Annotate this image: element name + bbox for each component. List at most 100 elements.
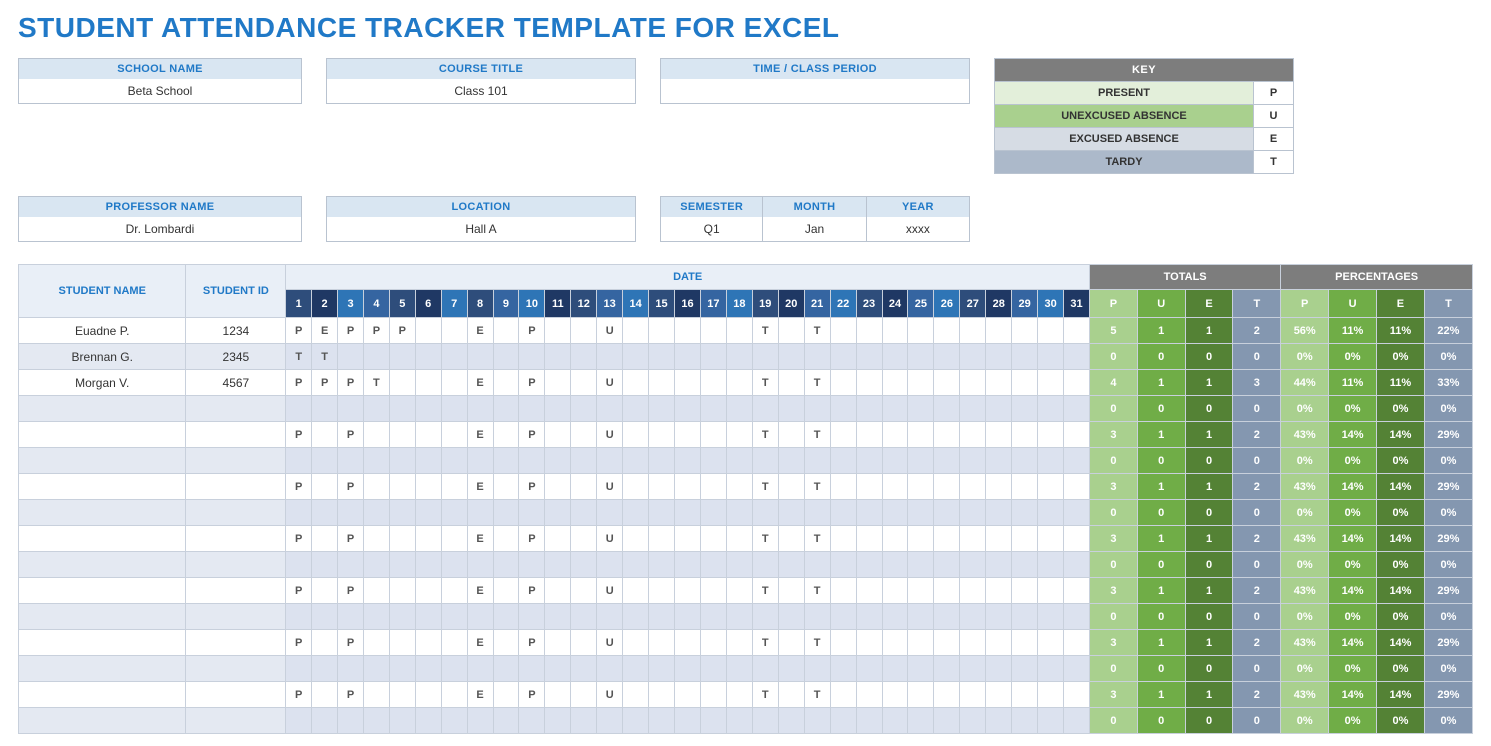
attendance-cell[interactable]: [545, 318, 571, 344]
attendance-cell[interactable]: [415, 604, 441, 630]
attendance-cell[interactable]: [1064, 578, 1090, 604]
attendance-cell[interactable]: U: [597, 526, 623, 552]
attendance-cell[interactable]: E: [467, 630, 493, 656]
attendance-cell[interactable]: [700, 578, 726, 604]
attendance-cell[interactable]: [830, 682, 856, 708]
attendance-cell[interactable]: [363, 448, 389, 474]
student-name-cell[interactable]: [19, 552, 186, 578]
attendance-cell[interactable]: [312, 500, 338, 526]
attendance-cell[interactable]: [571, 656, 597, 682]
attendance-cell[interactable]: [493, 422, 519, 448]
attendance-cell[interactable]: [467, 708, 493, 734]
attendance-cell[interactable]: [960, 604, 986, 630]
attendance-cell[interactable]: [389, 708, 415, 734]
attendance-cell[interactable]: [467, 656, 493, 682]
attendance-cell[interactable]: [726, 448, 752, 474]
attendance-cell[interactable]: [649, 552, 675, 578]
attendance-cell[interactable]: [415, 682, 441, 708]
attendance-cell[interactable]: [675, 708, 701, 734]
attendance-cell[interactable]: P: [519, 578, 545, 604]
attendance-cell[interactable]: [882, 318, 908, 344]
attendance-cell[interactable]: [1064, 682, 1090, 708]
attendance-cell[interactable]: [597, 552, 623, 578]
student-name-cell[interactable]: [19, 474, 186, 500]
attendance-cell[interactable]: P: [312, 370, 338, 396]
attendance-cell[interactable]: [934, 552, 960, 578]
time-period-value[interactable]: [661, 79, 969, 103]
attendance-cell[interactable]: [1012, 630, 1038, 656]
attendance-cell[interactable]: [571, 604, 597, 630]
attendance-cell[interactable]: [1064, 422, 1090, 448]
attendance-cell[interactable]: [830, 526, 856, 552]
attendance-cell[interactable]: [700, 526, 726, 552]
attendance-cell[interactable]: [830, 422, 856, 448]
attendance-cell[interactable]: T: [312, 344, 338, 370]
attendance-cell[interactable]: [1038, 370, 1064, 396]
attendance-cell[interactable]: [830, 370, 856, 396]
attendance-cell[interactable]: [389, 682, 415, 708]
student-name-cell[interactable]: [19, 578, 186, 604]
attendance-cell[interactable]: [1012, 448, 1038, 474]
attendance-cell[interactable]: [960, 656, 986, 682]
attendance-cell[interactable]: [675, 526, 701, 552]
attendance-cell[interactable]: [389, 396, 415, 422]
attendance-cell[interactable]: [700, 448, 726, 474]
attendance-cell[interactable]: [1038, 318, 1064, 344]
attendance-cell[interactable]: [571, 370, 597, 396]
attendance-cell[interactable]: [700, 396, 726, 422]
attendance-cell[interactable]: [960, 630, 986, 656]
student-id-cell[interactable]: [186, 526, 286, 552]
attendance-cell[interactable]: [752, 552, 778, 578]
attendance-cell[interactable]: [597, 656, 623, 682]
attendance-cell[interactable]: [830, 552, 856, 578]
attendance-cell[interactable]: [623, 578, 649, 604]
attendance-cell[interactable]: [934, 422, 960, 448]
attendance-cell[interactable]: [312, 448, 338, 474]
attendance-cell[interactable]: [934, 630, 960, 656]
attendance-cell[interactable]: [441, 370, 467, 396]
attendance-cell[interactable]: [545, 630, 571, 656]
attendance-cell[interactable]: [389, 526, 415, 552]
attendance-cell[interactable]: [441, 604, 467, 630]
attendance-cell[interactable]: [700, 500, 726, 526]
attendance-cell[interactable]: [571, 422, 597, 448]
attendance-cell[interactable]: [882, 708, 908, 734]
student-id-cell[interactable]: 4567: [186, 370, 286, 396]
attendance-cell[interactable]: [934, 318, 960, 344]
attendance-cell[interactable]: [752, 344, 778, 370]
attendance-cell[interactable]: T: [752, 682, 778, 708]
attendance-cell[interactable]: [986, 318, 1012, 344]
attendance-cell[interactable]: [960, 396, 986, 422]
attendance-cell[interactable]: [700, 630, 726, 656]
attendance-cell[interactable]: [752, 448, 778, 474]
student-id-cell[interactable]: [186, 448, 286, 474]
attendance-cell[interactable]: [778, 604, 804, 630]
attendance-cell[interactable]: [338, 552, 364, 578]
attendance-cell[interactable]: [415, 448, 441, 474]
attendance-cell[interactable]: [312, 682, 338, 708]
attendance-cell[interactable]: [700, 474, 726, 500]
attendance-cell[interactable]: [441, 630, 467, 656]
attendance-cell[interactable]: [830, 318, 856, 344]
attendance-cell[interactable]: [1064, 500, 1090, 526]
attendance-cell[interactable]: [882, 526, 908, 552]
attendance-cell[interactable]: [934, 526, 960, 552]
student-id-cell[interactable]: [186, 630, 286, 656]
attendance-cell[interactable]: [1064, 630, 1090, 656]
attendance-cell[interactable]: [960, 708, 986, 734]
attendance-cell[interactable]: P: [363, 318, 389, 344]
attendance-cell[interactable]: [856, 552, 882, 578]
attendance-cell[interactable]: [467, 604, 493, 630]
attendance-cell[interactable]: [545, 448, 571, 474]
attendance-cell[interactable]: [726, 552, 752, 578]
course-title-value[interactable]: Class 101: [327, 79, 635, 103]
attendance-cell[interactable]: [986, 526, 1012, 552]
attendance-cell[interactable]: [493, 682, 519, 708]
attendance-cell[interactable]: [1064, 448, 1090, 474]
attendance-cell[interactable]: [675, 396, 701, 422]
attendance-cell[interactable]: [726, 370, 752, 396]
attendance-cell[interactable]: P: [286, 318, 312, 344]
attendance-cell[interactable]: [882, 396, 908, 422]
attendance-cell[interactable]: [1064, 526, 1090, 552]
attendance-cell[interactable]: [1038, 526, 1064, 552]
